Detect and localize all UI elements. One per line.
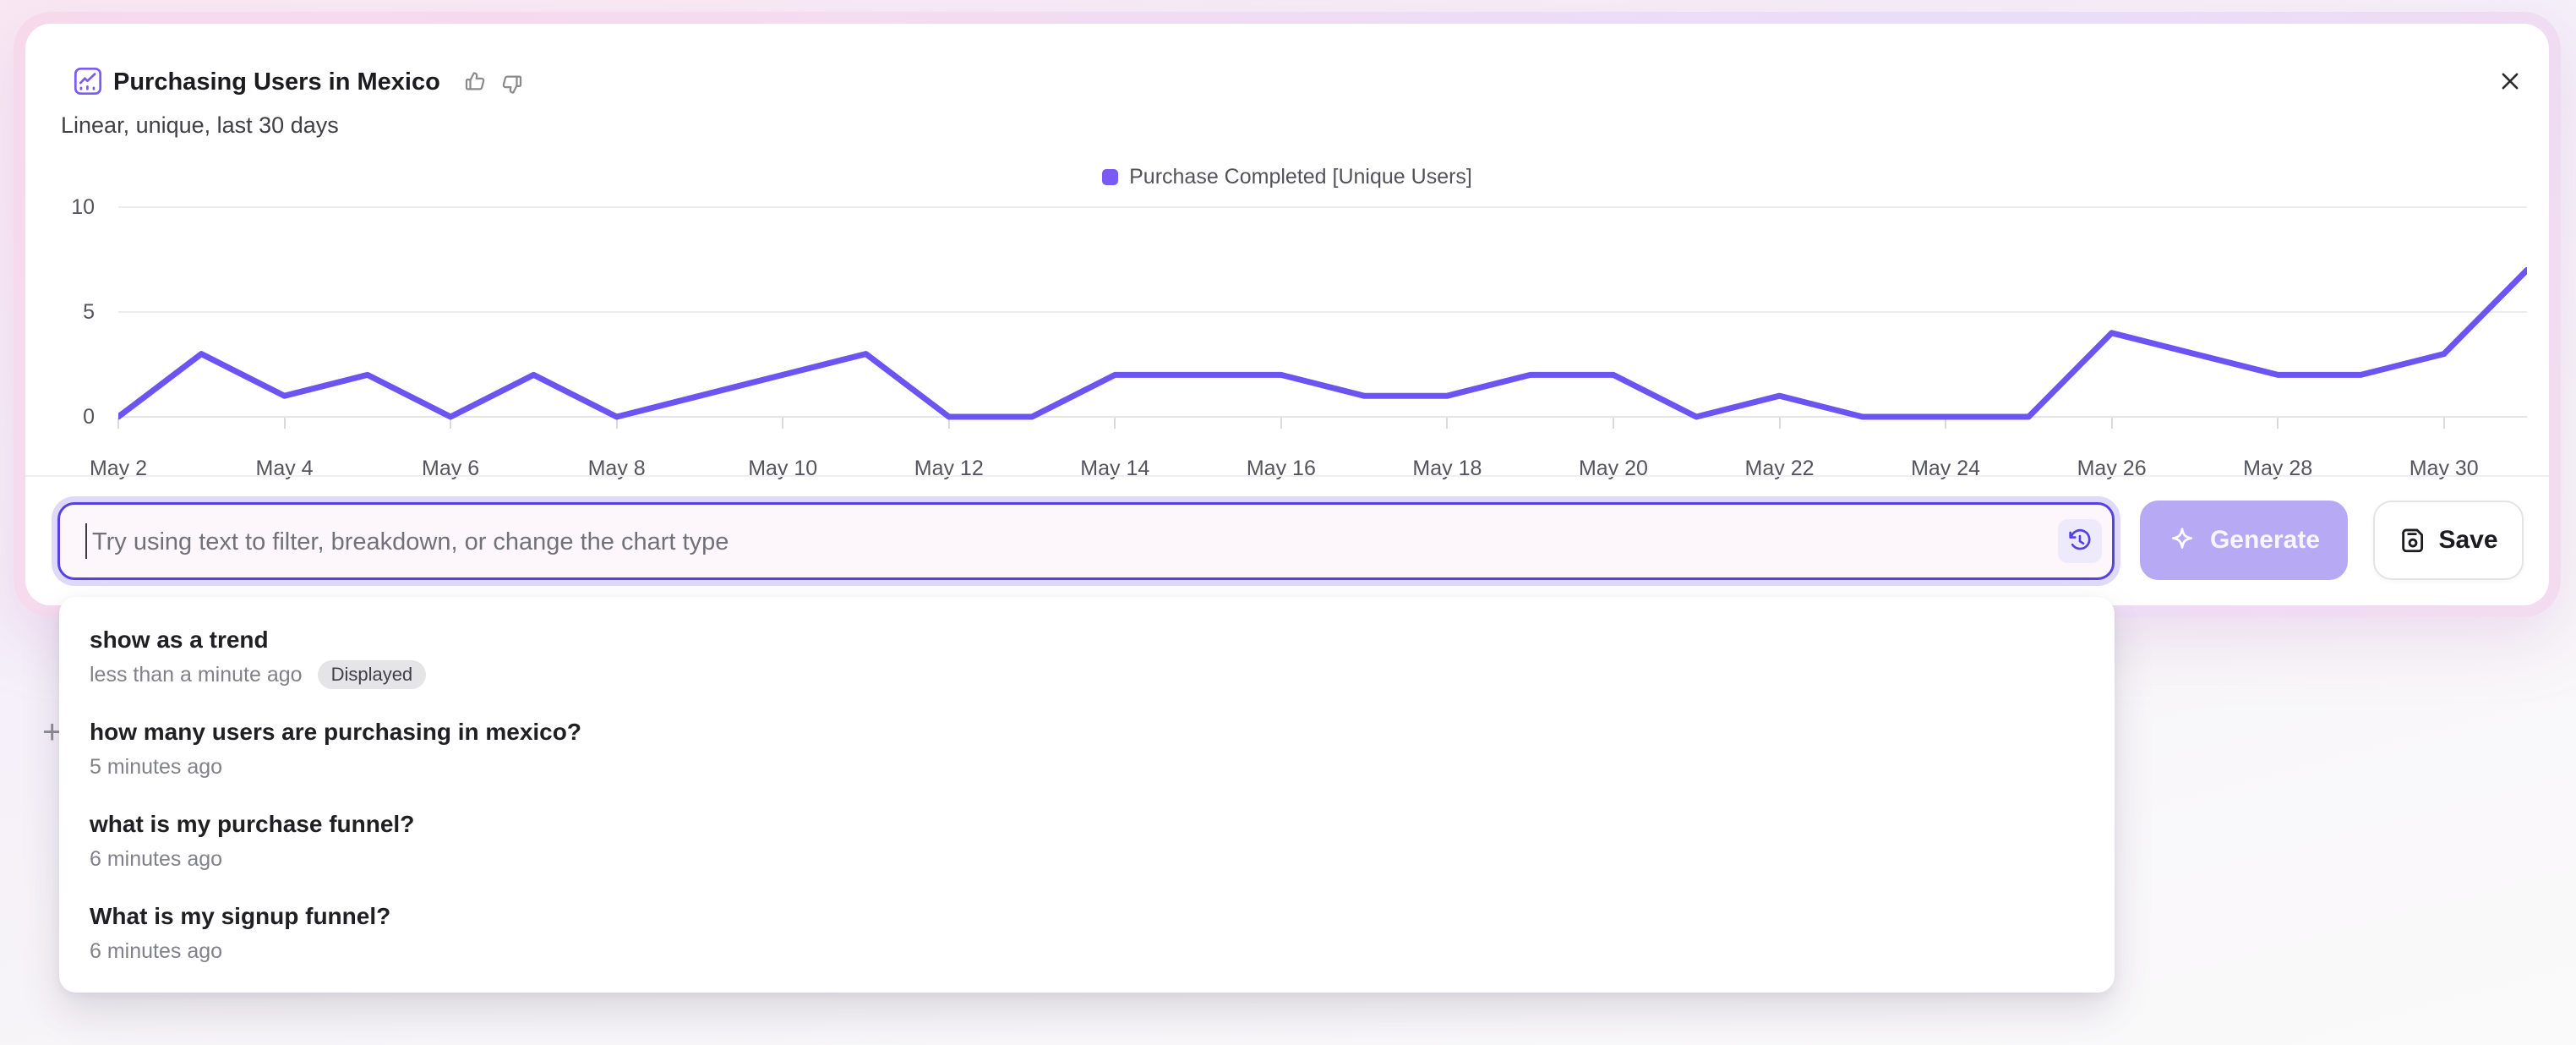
history-item-timestamp: 5 minutes ago (90, 754, 222, 780)
history-item-title: show as a trend (90, 626, 2084, 654)
history-item-meta: 6 minutes ago (90, 938, 2084, 964)
x-axis-tick-label: May 16 (1222, 457, 1340, 481)
history-item-title: what is my purchase funnel? (90, 810, 2084, 839)
x-axis-tick-label: May 10 (723, 457, 842, 481)
sparkle-icon (2168, 526, 2197, 555)
history-item-meta: 5 minutes ago (90, 754, 2084, 780)
generate-button-label: Generate (2210, 526, 2320, 555)
close-icon (2498, 69, 2522, 93)
page: { "card": { "title": "Purchasing Users i… (0, 0, 2576, 1045)
x-axis-tick-label: May 14 (1056, 457, 1174, 481)
chart-series-line (118, 197, 2527, 427)
history-item-meta: 6 minutes ago (90, 846, 2084, 872)
prompt-history-dropdown: show as a trend less than a minute ago Dis… (59, 597, 2115, 993)
x-axis-tick-label: May 8 (558, 457, 676, 481)
ai-prompt-field[interactable] (57, 502, 2115, 580)
y-axis-tick-label: 10 (34, 194, 95, 220)
generate-button[interactable]: Generate (2140, 501, 2348, 580)
history-clock-icon (2066, 528, 2093, 555)
history-button[interactable] (2058, 519, 2102, 563)
x-axis-tick-label: May 6 (391, 457, 510, 481)
x-axis-tick-label: May 2 (59, 457, 177, 481)
x-axis-tick-label: May 20 (1554, 457, 1673, 481)
history-item[interactable]: what is my purchase funnel? 6 minutes ago (59, 795, 2115, 887)
history-item-timestamp: less than a minute ago (90, 662, 303, 687)
history-item-timestamp: 6 minutes ago (90, 846, 222, 872)
save-file-icon (2399, 526, 2427, 555)
history-item[interactable]: how many users are purchasing in mexico?… (59, 703, 2115, 795)
history-item-meta: less than a minute ago Displayed (90, 662, 2084, 687)
x-axis-tick-label: May 24 (1886, 457, 2005, 481)
prompt-input[interactable] (90, 505, 2038, 579)
x-axis-tick-label: May 12 (890, 457, 1008, 481)
history-item-badge: Displayed (318, 660, 427, 689)
x-axis-tick-label: May 28 (2219, 457, 2337, 481)
history-list: show as a trend less than a minute ago Dis… (59, 610, 2115, 979)
x-axis-tick-label: May 26 (2053, 457, 2171, 481)
save-button-label: Save (2438, 526, 2497, 555)
section-divider (25, 475, 2549, 477)
history-item-title: how many users are purchasing in mexico? (90, 718, 2084, 747)
history-item[interactable]: show as a trend less than a minute ago Dis… (59, 610, 2115, 703)
x-axis-tick-label: May 22 (1721, 457, 1839, 481)
x-axis-tick-label: May 30 (2385, 457, 2503, 481)
close-button[interactable] (2488, 59, 2532, 103)
text-caret (85, 523, 87, 559)
y-axis-tick-label: 5 (34, 299, 95, 325)
y-axis-tick-label: 0 (34, 404, 95, 429)
history-item-title: What is my signup funnel? (90, 902, 2084, 931)
save-button[interactable]: Save (2373, 501, 2524, 580)
x-axis-tick-label: May 18 (1388, 457, 1506, 481)
history-item-timestamp: 6 minutes ago (90, 938, 222, 964)
x-axis-tick-label: May 4 (226, 457, 344, 481)
history-item[interactable]: What is my signup funnel? 6 minutes ago (59, 887, 2115, 979)
